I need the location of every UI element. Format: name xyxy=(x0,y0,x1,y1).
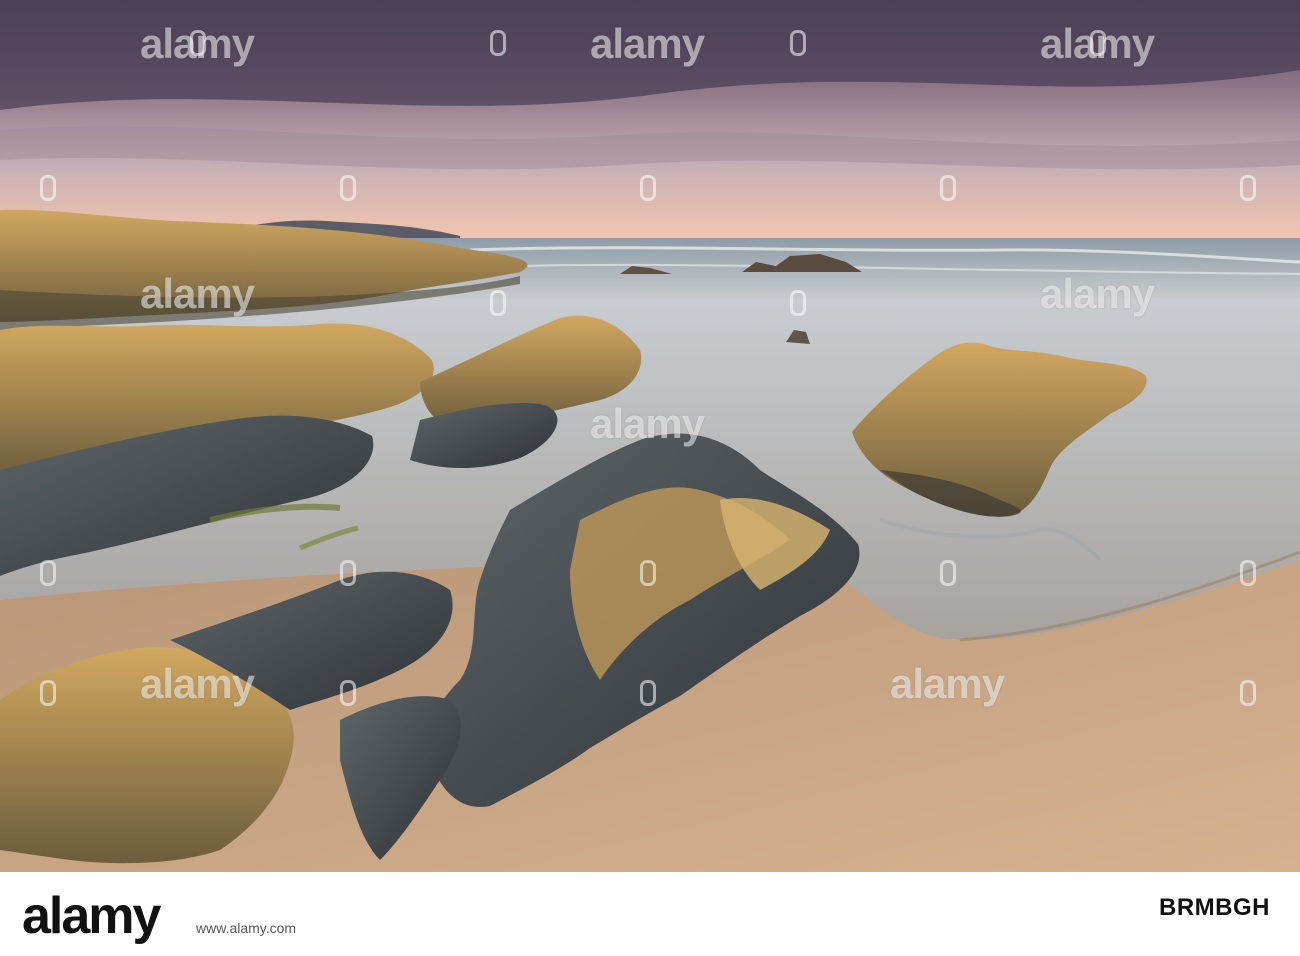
coastal-rocks-photo: alamy alamy alamy alamy alamy alamy alam… xyxy=(0,0,1300,872)
watermark-text: alamy xyxy=(140,270,255,317)
watermark-pin-icon xyxy=(40,175,56,201)
watermark-pin-icon xyxy=(490,290,506,316)
image-id-label: BRMBGH xyxy=(1159,894,1270,921)
stock-footer-bar: alamy www.alamy.com BRMBGH xyxy=(0,872,1300,956)
alamy-url[interactable]: www.alamy.com xyxy=(196,920,296,936)
watermark-pin-icon xyxy=(1240,680,1256,706)
watermark-pin-icon xyxy=(790,290,806,316)
watermark-pin-icon xyxy=(40,560,56,586)
watermark-pin-icon xyxy=(1090,30,1106,56)
watermark-pin-icon xyxy=(640,560,656,586)
watermark-pin-icon xyxy=(1240,175,1256,201)
watermark-pin-icon xyxy=(640,175,656,201)
watermark-pin-icon xyxy=(640,680,656,706)
watermark-pin-icon xyxy=(340,560,356,586)
watermark-pin-icon xyxy=(340,680,356,706)
watermark-pin-icon xyxy=(940,560,956,586)
stock-photo-frame: alamy alamy alamy alamy alamy alamy alam… xyxy=(0,0,1300,956)
watermark-pin-icon xyxy=(790,30,806,56)
watermark-pin-icon xyxy=(190,30,206,56)
watermark-pin-icon xyxy=(40,680,56,706)
watermark-pin-icon xyxy=(940,175,956,201)
watermark-text: alamy xyxy=(1040,270,1155,317)
watermark-pin-icon xyxy=(1240,560,1256,586)
watermark-pin-icon xyxy=(490,30,506,56)
watermark-pin-icon xyxy=(340,175,356,201)
watermark-text: alamy xyxy=(590,20,705,67)
watermark-text: alamy xyxy=(890,660,1005,707)
watermark-text: alamy xyxy=(590,400,705,447)
watermark-text: alamy xyxy=(140,660,255,707)
alamy-logo[interactable]: alamy xyxy=(22,886,161,946)
